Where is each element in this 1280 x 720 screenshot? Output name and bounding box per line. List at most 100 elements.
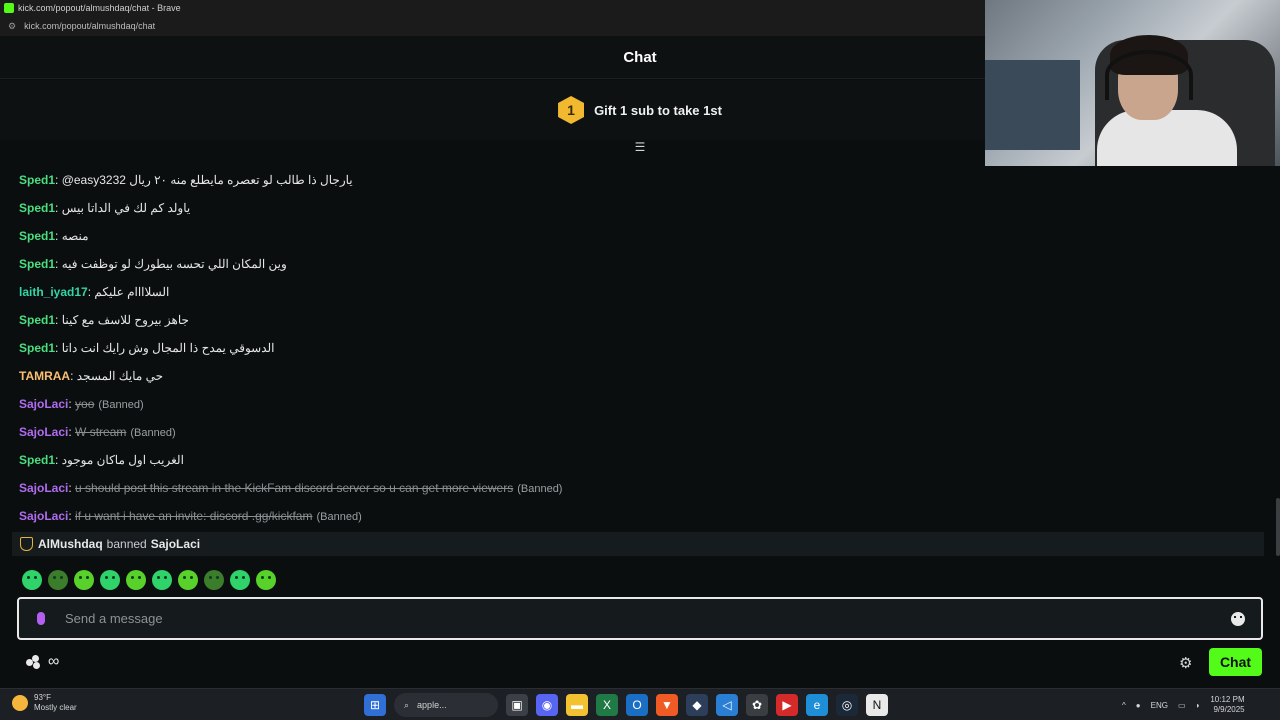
chat-username[interactable]: SajoLaci	[19, 481, 68, 495]
chat-separator: :	[55, 453, 62, 467]
chat-username[interactable]: Sped1	[19, 201, 55, 215]
chat-message-text: if u want i have an invite: discord .gg/…	[75, 509, 313, 523]
infinity-icon[interactable]: ∞	[48, 653, 59, 671]
outlook-icon[interactable]: O	[626, 694, 648, 716]
windows-taskbar: 93°F Mostly clear ⊞ ⌕ apple... ▣ ◉ ▬ X O…	[0, 688, 1280, 720]
search-icon: ⌕	[404, 699, 410, 710]
chat-message: laith_iyad17: السلاااام عليكم	[19, 282, 169, 302]
site-settings-icon[interactable]: ⚙	[8, 21, 16, 32]
emote-love-icon[interactable]	[256, 570, 276, 590]
chat-username[interactable]: laith_iyad17	[19, 285, 88, 299]
chatgpt-icon[interactable]: ✿	[746, 694, 768, 716]
chat-username[interactable]: Sped1	[19, 229, 55, 243]
send-chat-button[interactable]: Chat	[1209, 648, 1262, 676]
url-text[interactable]: kick.com/popout/almushdaq/chat	[24, 21, 155, 31]
taskbar-search[interactable]: ⌕ apple...	[394, 693, 498, 717]
chat-message: Sped1: الدسوقي يمدح ذا المجال وش رايك ان…	[19, 338, 275, 358]
chat-username[interactable]: Sped1	[19, 341, 55, 355]
ban-notice: AlMushdaq banned SajoLaci	[12, 532, 1264, 556]
chat-message: Sped1: ياولد كم لك في الداتا بيس	[19, 198, 190, 218]
tray-mic-icon[interactable]: ●	[1136, 701, 1141, 710]
chat-message: SajoLaci: u should post this stream in t…	[19, 478, 562, 498]
chat-username[interactable]: TAMRAA	[19, 369, 70, 383]
youtube-icon[interactable]: ▶	[776, 694, 798, 716]
chat-message-text: W stream	[75, 425, 127, 439]
ban-target[interactable]: SajoLaci	[151, 537, 200, 551]
emote-grin-icon[interactable]	[178, 570, 198, 590]
gift-sub-text[interactable]: Gift 1 sub to take 1st	[594, 103, 722, 118]
tray-language[interactable]: ENG	[1151, 701, 1168, 710]
message-input-box[interactable]	[17, 597, 1263, 640]
chat-message-text: السلاااام عليكم	[94, 285, 170, 299]
excel-icon[interactable]: X	[596, 694, 618, 716]
weather-sun-icon	[12, 695, 28, 711]
emote-glasses-icon[interactable]	[126, 570, 146, 590]
emote-robot-icon[interactable]	[48, 570, 68, 590]
webcam-overlay	[985, 0, 1280, 166]
tray-network-icon[interactable]: ▭	[1178, 701, 1186, 710]
tray-chevron-up-icon[interactable]: ^	[1122, 701, 1126, 710]
chat-separator: :	[70, 369, 77, 383]
chat-message-text: الدسوقي يمدح ذا المجال وش رايك انت داتا	[61, 341, 275, 355]
chat-separator: :	[55, 201, 62, 215]
emote-hat-icon[interactable]	[204, 570, 224, 590]
chat-message: Sped1: منصه	[19, 226, 89, 246]
chat-message: Sped1: @easy3232 يارجال ذا طالب لو تعصره…	[19, 170, 353, 190]
chat-message: Sped1: جاهز بيروح للاسف مع كينا	[19, 310, 189, 330]
chat-message: SajoLaci: W stream (Banned)	[19, 422, 176, 442]
chat-username[interactable]: SajoLaci	[19, 425, 68, 439]
microphone-icon[interactable]	[33, 609, 49, 629]
banned-label: (Banned)	[316, 511, 362, 523]
chat-username[interactable]: Sped1	[19, 453, 55, 467]
notion-icon[interactable]: N	[866, 694, 888, 716]
emote-blob-icon[interactable]	[22, 570, 42, 590]
tray-clock[interactable]: 10:12 PM 9/9/2025	[1210, 695, 1244, 715]
chat-message-text: وين المكان اللي تحسه بيطورك لو توظفت فيه	[61, 257, 287, 271]
emote-sad-icon[interactable]	[230, 570, 250, 590]
emote-happy-icon[interactable]	[152, 570, 172, 590]
chat-separator: :	[55, 257, 62, 271]
chat-message-text: @easy3232 يارجال ذا طالب لو تعصره مايطلع…	[61, 173, 353, 187]
ban-action: banned	[106, 537, 147, 551]
chat-scrollbar[interactable]	[1276, 498, 1280, 556]
file-explorer-icon[interactable]: ▬	[566, 694, 588, 716]
chat-message: SajoLaci: yoo (Banned)	[19, 394, 144, 414]
chat-username[interactable]: Sped1	[19, 257, 55, 271]
task-view-icon[interactable]: ▣	[506, 694, 528, 716]
chat-username[interactable]: SajoLaci	[19, 397, 68, 411]
steam-icon[interactable]: ◎	[836, 694, 858, 716]
chat-username[interactable]: SajoLaci	[19, 509, 68, 523]
chat-separator: :	[55, 173, 62, 187]
banned-label: (Banned)	[517, 483, 563, 495]
chat-message-list[interactable]: Sped1: @easy3232 يارجال ذا طالب لو تعصره…	[0, 152, 1272, 528]
tray-time: 10:12 PM	[1210, 695, 1245, 704]
weather-widget[interactable]: 93°F Mostly clear	[12, 693, 77, 713]
weather-temperature: 93°F	[34, 693, 51, 702]
brave-icon[interactable]: ▼	[656, 694, 678, 716]
ban-moderator[interactable]: AlMushdaq	[38, 537, 103, 551]
chat-footer-left: ∞	[26, 652, 59, 672]
chat-message-text: ياولد كم لك في الداتا بيس	[61, 201, 191, 215]
emote-eyes-icon[interactable]	[74, 570, 94, 590]
chat-username[interactable]: Sped1	[19, 173, 55, 187]
emote-smirk-icon[interactable]	[100, 570, 120, 590]
vscode-icon[interactable]: ◁	[716, 694, 738, 716]
app-icon[interactable]: ◆	[686, 694, 708, 716]
chat-separator: :	[55, 313, 62, 327]
kick-points-icon[interactable]	[26, 655, 42, 669]
message-input[interactable]	[65, 611, 1231, 626]
chat-settings-icon[interactable]: ⚙	[1179, 654, 1192, 672]
windows-start-icon[interactable]: ⊞	[364, 694, 386, 716]
chat-message-text: منصه	[61, 229, 89, 243]
banned-label: (Banned)	[130, 427, 176, 439]
emoji-picker-icon[interactable]	[1231, 611, 1245, 626]
edge-icon[interactable]: e	[806, 694, 828, 716]
chat-message: Sped1: وين المكان اللي تحسه بيطورك لو تو…	[19, 254, 287, 274]
chat-message-text: جاهز بيروح للاسف مع كينا	[61, 313, 189, 327]
chat-username[interactable]: Sped1	[19, 313, 55, 327]
chat-message-text: الغريب اول ماكان موجود	[61, 453, 184, 467]
discord-icon[interactable]: ◉	[536, 694, 558, 716]
tray-volume-icon[interactable]: ◗	[1196, 701, 1201, 710]
gift-rank-badge-icon: 1	[558, 96, 585, 124]
chat-message: TAMRAA: حي مايك المسجد	[19, 366, 163, 386]
